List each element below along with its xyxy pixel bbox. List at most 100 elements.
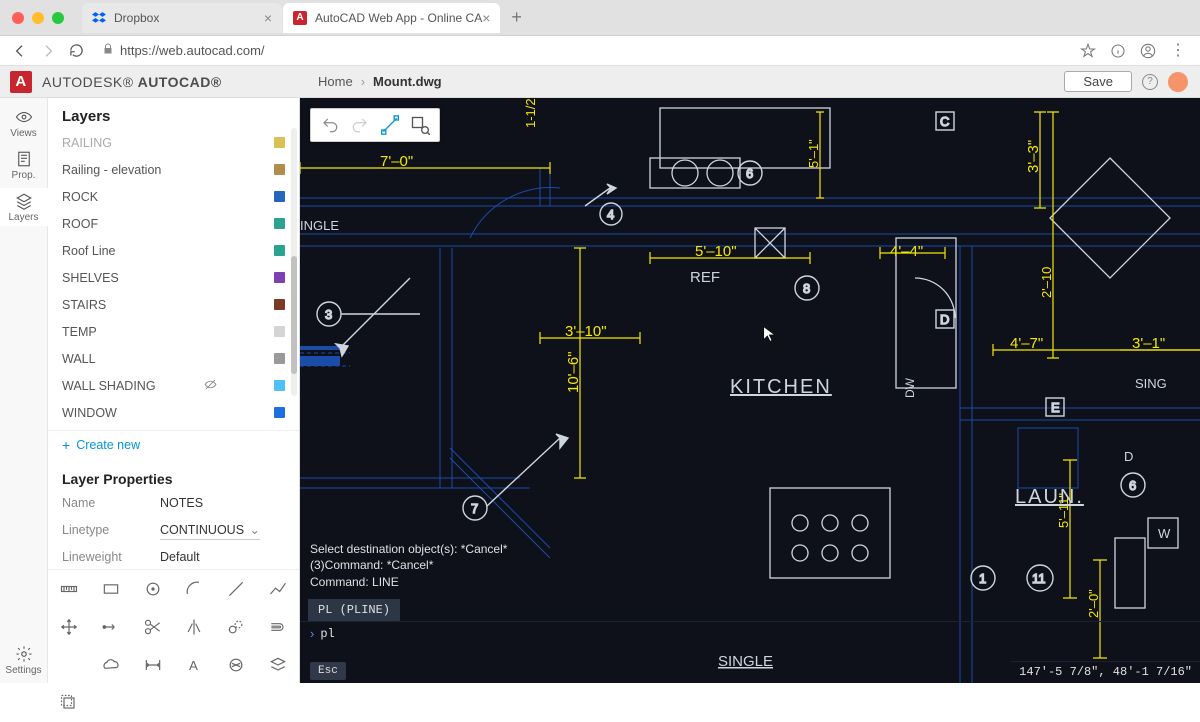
url-input[interactable]: https://web.autocad.com/ [92, 43, 1080, 58]
layer-row[interactable]: SHELVES [48, 264, 299, 291]
prop-linetype: Linetype CONTINUOUS ⌄ [48, 515, 299, 545]
layer-row[interactable]: WALL SHADING [48, 372, 299, 399]
layer-color-swatch[interactable] [274, 245, 285, 256]
save-button[interactable]: Save [1064, 71, 1132, 92]
chevron-right-icon: › [361, 74, 365, 89]
layer-row[interactable]: RAILING [48, 129, 299, 156]
layer-name: Railing - elevation [62, 163, 161, 177]
tool-line[interactable] [215, 570, 257, 608]
tab-close-icon[interactable]: × [264, 10, 272, 26]
layer-row[interactable]: TEMP [48, 318, 299, 345]
tool-pline[interactable] [257, 570, 299, 608]
window-maximize-button[interactable] [52, 12, 64, 24]
tool-erase[interactable] [48, 684, 90, 722]
star-icon[interactable] [1080, 43, 1096, 59]
layer-color-swatch[interactable] [274, 326, 285, 337]
tool-rect[interactable] [90, 570, 132, 608]
window-minimize-button[interactable] [32, 12, 44, 24]
layer-color-swatch[interactable] [274, 137, 285, 148]
dim-4-4: 4'–4" [890, 243, 923, 260]
tab-label: AutoCAD Web App - Online CA [315, 11, 482, 25]
dim-3-1: 3'–1" [1132, 335, 1165, 352]
rail-prop[interactable]: Prop. [0, 146, 48, 184]
brand-text-prefix: AUTODESK® [42, 74, 134, 90]
layer-row[interactable]: ROCK [48, 183, 299, 210]
tool-rotate[interactable] [90, 608, 132, 646]
rail-settings[interactable]: Settings [0, 641, 48, 679]
layer-color-swatch[interactable] [274, 191, 285, 202]
svg-text:6: 6 [1129, 478, 1136, 493]
tab-close-icon[interactable]: × [482, 10, 490, 26]
layer-color-swatch[interactable] [274, 407, 285, 418]
command-input[interactable]: › pl [300, 621, 1200, 645]
tool-circle[interactable] [132, 570, 174, 608]
layer-color-swatch[interactable] [274, 380, 285, 391]
layer-color-swatch[interactable] [274, 272, 285, 283]
visibility-off-icon[interactable] [204, 378, 217, 394]
layer-name: WALL SHADING [62, 379, 156, 393]
tool-mirror[interactable] [173, 608, 215, 646]
layer-color-swatch[interactable] [274, 164, 285, 175]
new-tab-button[interactable]: + [501, 7, 532, 28]
layer-name: SHELVES [62, 271, 119, 285]
tool-measure[interactable] [48, 570, 90, 608]
browser-tab-dropbox[interactable]: Dropbox × [82, 3, 282, 33]
label-sing: SING [1135, 376, 1167, 391]
tab-label: Dropbox [114, 11, 159, 25]
prop-val: Default [160, 550, 200, 564]
layer-row[interactable]: ROOF [48, 210, 299, 237]
url-text: https://web.autocad.com/ [120, 43, 265, 58]
panel-scrollbar[interactable] [291, 128, 297, 396]
tool-move[interactable] [48, 608, 90, 646]
tool-trim[interactable] [132, 608, 174, 646]
tool-hatch[interactable] [215, 646, 257, 684]
reload-button[interactable] [64, 39, 88, 63]
tool-arc[interactable] [173, 570, 215, 608]
layer-row[interactable]: WINDOW [48, 399, 299, 426]
breadcrumb-home[interactable]: Home [318, 74, 353, 89]
label-d: D [1124, 449, 1133, 464]
esc-key[interactable]: Esc [310, 662, 346, 680]
label-dw: DW [903, 377, 917, 398]
menu-icon[interactable]: ⋮ [1170, 43, 1186, 59]
layer-row[interactable]: WALL [48, 345, 299, 372]
profile-icon[interactable] [1140, 43, 1156, 59]
help-icon[interactable]: ? [1142, 74, 1158, 90]
user-avatar[interactable] [1168, 72, 1188, 92]
svg-text:7: 7 [471, 501, 478, 516]
tool-layeriso[interactable] [257, 646, 299, 684]
prop-val: NOTES [160, 496, 203, 510]
osnap-button[interactable] [375, 110, 405, 140]
layer-color-swatch[interactable] [274, 299, 285, 310]
prop-name: Name NOTES [48, 491, 299, 515]
redo-button[interactable] [345, 110, 375, 140]
layer-row[interactable]: Railing - elevation [48, 156, 299, 183]
tool-text[interactable]: A [173, 646, 215, 684]
layer-row[interactable]: STAIRS [48, 291, 299, 318]
zoom-window-button[interactable] [405, 110, 435, 140]
app-header: A AUTODESK® AUTOCAD® Home › Mount.dwg Sa… [0, 66, 1200, 98]
rail-views[interactable]: Views [0, 104, 48, 142]
nav-back-button[interactable] [8, 39, 32, 63]
tool-copy[interactable] [215, 608, 257, 646]
layer-row[interactable]: Roof Line [48, 237, 299, 264]
layer-color-swatch[interactable] [274, 353, 285, 364]
nav-forward-button[interactable] [36, 39, 60, 63]
info-icon[interactable] [1110, 43, 1126, 59]
svg-text:8: 8 [803, 281, 810, 296]
window-close-button[interactable] [12, 12, 24, 24]
rail-label: Settings [5, 665, 41, 676]
brand-logo-icon: A [10, 71, 32, 93]
drawing-canvas[interactable]: 7'–0" 5'–10" 3'–10" 10'–6" 5'–1" 4'–4" 3… [300, 98, 1200, 683]
layer-color-swatch[interactable] [274, 218, 285, 229]
tool-offset[interactable] [257, 608, 299, 646]
browser-tab-autocad[interactable]: A AutoCAD Web App - Online CA × [283, 3, 500, 33]
tool-dim[interactable] [132, 646, 174, 684]
create-layer-button[interactable]: + Create new [48, 431, 299, 459]
undo-button[interactable] [315, 110, 345, 140]
window-controls [12, 12, 64, 24]
linetype-select[interactable]: CONTINUOUS ⌄ [160, 520, 260, 540]
rail-layers[interactable]: Layers [0, 188, 48, 226]
tool-cloud[interactable] [90, 646, 132, 684]
command-suggestion[interactable]: PL (PLINE) [308, 599, 400, 621]
